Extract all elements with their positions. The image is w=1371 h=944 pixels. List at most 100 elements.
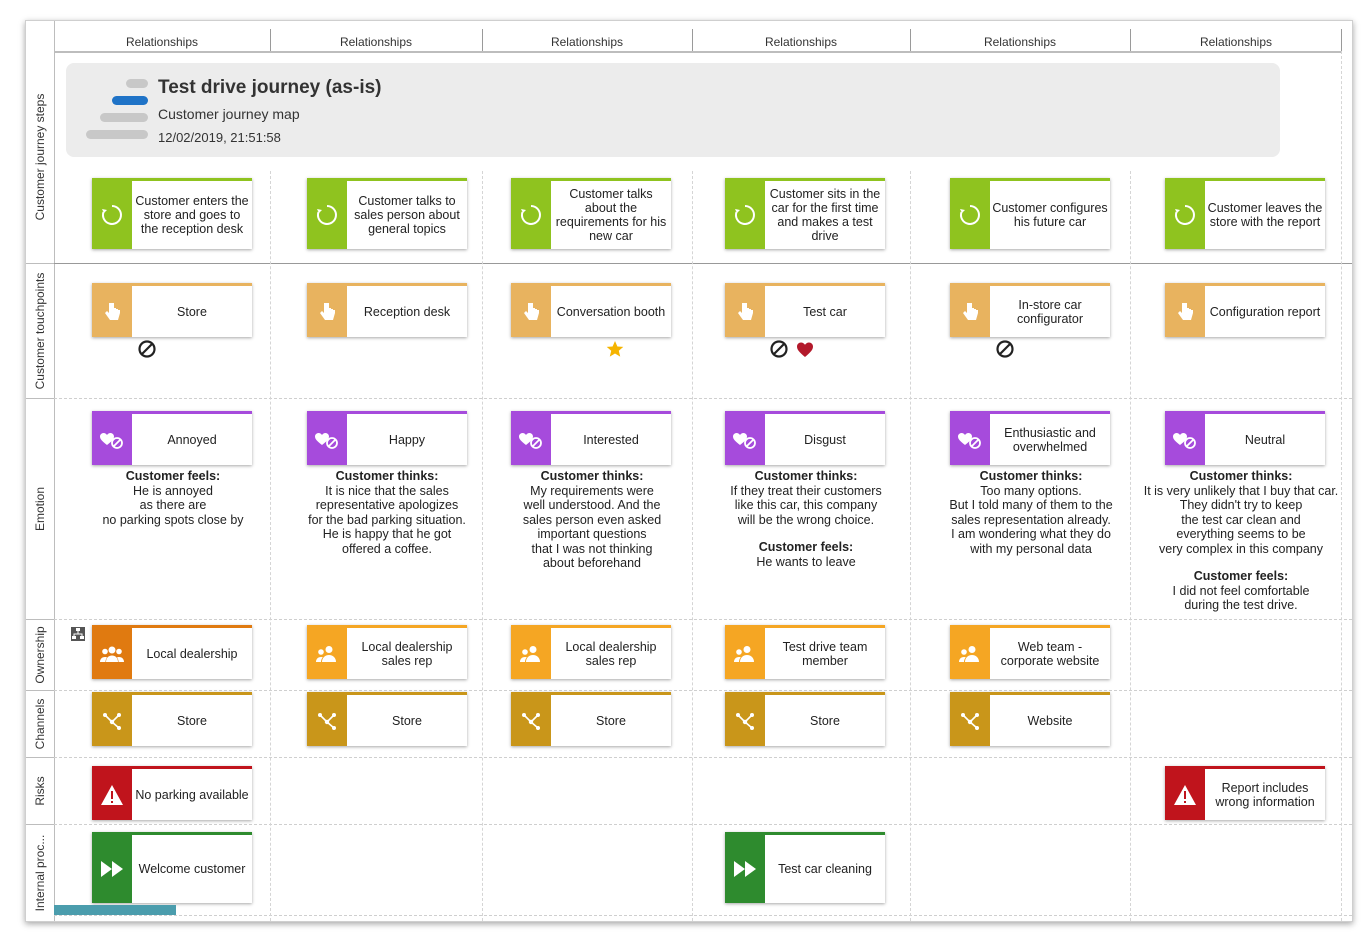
- ownership-card[interactable]: Local dealership sales rep: [307, 625, 467, 679]
- column-divider: [1341, 29, 1342, 51]
- group-icon: [92, 628, 132, 679]
- column-header-label: Relationships: [339, 35, 413, 49]
- row-label: Emotion: [26, 398, 54, 620]
- journey-step-card[interactable]: Customer leaves the store with the repor…: [1165, 178, 1325, 249]
- channel-card[interactable]: Store: [92, 692, 252, 746]
- cycle-icon: [950, 181, 990, 249]
- logo-icon: [126, 79, 148, 88]
- row-label: Ownership: [26, 619, 54, 691]
- emotion-description: Customer thinks: It is very unlikely tha…: [1143, 469, 1339, 612]
- journey-step-card[interactable]: Customer enters the store and goes to th…: [92, 178, 252, 249]
- column-header-label: Relationships: [550, 35, 624, 49]
- touchpoint-card[interactable]: Reception desk: [307, 283, 467, 337]
- emotion-heart-icon: [92, 414, 132, 465]
- ownership-card[interactable]: Web team - corporate website: [950, 625, 1110, 679]
- emotion-card[interactable]: Disgust: [725, 411, 885, 465]
- column-header-label: Relationships: [125, 35, 199, 49]
- column-header: Relationships: [270, 21, 482, 53]
- column-header-label: Relationships: [983, 35, 1057, 49]
- warning-icon: [92, 769, 132, 820]
- column-header: Relationships: [482, 21, 692, 53]
- row-divider: [54, 757, 1352, 758]
- cycle-icon: [307, 181, 347, 249]
- column-divider: [692, 29, 693, 51]
- cycle-icon: [92, 181, 132, 249]
- channel-card[interactable]: Store: [725, 692, 885, 746]
- touchpoint-card[interactable]: Configuration report: [1165, 283, 1325, 337]
- org-chart-icon[interactable]: [71, 627, 85, 641]
- column-header: Relationships: [1130, 21, 1342, 53]
- emotion-card[interactable]: Neutral: [1165, 411, 1325, 465]
- journey-step-card[interactable]: Customer configures his future car: [950, 178, 1110, 249]
- person-group-icon: [950, 628, 990, 679]
- prohibited-icon: [770, 340, 788, 358]
- row-label: Risks: [26, 757, 54, 825]
- logo-icon: [112, 96, 148, 105]
- touchpoint-card[interactable]: Test car: [725, 283, 885, 337]
- channel-card[interactable]: Website: [950, 692, 1110, 746]
- row-label: Channels: [26, 690, 54, 758]
- column-divider: [1130, 29, 1131, 51]
- column-divider: [270, 29, 271, 51]
- emotion-description: Customer thinks: It is nice that the sal…: [308, 469, 466, 556]
- emotion-heart-icon: [725, 414, 765, 465]
- emotion-card[interactable]: Enthusiastic and overwhelmed: [950, 411, 1110, 465]
- share-nodes-icon: [725, 695, 765, 746]
- risk-card[interactable]: No parking available: [92, 766, 252, 820]
- logo-icon: [100, 113, 148, 122]
- column-header-label: Relationships: [764, 35, 838, 49]
- hand-pointer-icon: [1165, 286, 1205, 337]
- column-header: Relationships: [910, 21, 1130, 53]
- ownership-card[interactable]: Test drive team member: [725, 625, 885, 679]
- touchpoint-card[interactable]: Store: [92, 283, 252, 337]
- page-date: 12/02/2019, 21:51:58: [158, 130, 281, 145]
- channel-card[interactable]: Store: [511, 692, 671, 746]
- row-label: Internal proc...: [33, 834, 47, 911]
- journey-step-card[interactable]: Customer talks about the requirements fo…: [511, 178, 671, 249]
- fast-forward-icon: [725, 835, 765, 903]
- process-card[interactable]: Test car cleaning: [725, 832, 885, 903]
- prohibited-icon: [996, 340, 1014, 358]
- row-divider: [54, 690, 1352, 691]
- warning-icon: [1165, 769, 1205, 820]
- heart-icon: [797, 342, 813, 357]
- cycle-icon: [725, 181, 765, 249]
- page-title: Test drive journey (as-is): [158, 77, 382, 98]
- ownership-card[interactable]: Local dealership sales rep: [511, 625, 671, 679]
- touchpoint-card[interactable]: In-store car configurator: [950, 283, 1110, 337]
- hand-pointer-icon: [725, 286, 765, 337]
- hand-pointer-icon: [950, 286, 990, 337]
- row-divider: [54, 398, 1352, 399]
- journey-step-card[interactable]: Customer talks to sales person about gen…: [307, 178, 467, 249]
- star-icon: [606, 341, 624, 357]
- channel-card[interactable]: Store: [307, 692, 467, 746]
- row-labels: Customer journey steps Customer touchpoi…: [26, 21, 55, 921]
- journey-map-canvas: Relationships Relationships Relationship…: [25, 20, 1353, 922]
- share-nodes-icon: [92, 695, 132, 746]
- row-divider: [54, 263, 1352, 264]
- emotion-card[interactable]: Interested: [511, 411, 671, 465]
- emotion-description: Customer feels: He is annoyed as there a…: [102, 469, 244, 527]
- ownership-card[interactable]: Local dealership: [92, 625, 252, 679]
- emotion-card[interactable]: Happy: [307, 411, 467, 465]
- row-label: Customer touchpoints: [26, 263, 54, 399]
- emotion-card[interactable]: Annoyed: [92, 411, 252, 465]
- fast-forward-icon: [92, 835, 132, 903]
- touchpoint-card[interactable]: Conversation booth: [511, 283, 671, 337]
- column-divider: [910, 29, 911, 51]
- row-divider: [54, 915, 1352, 916]
- row-label: Customer journey steps: [26, 51, 54, 264]
- emotion-description: Customer thinks: My requirements were we…: [522, 469, 662, 570]
- process-card[interactable]: Welcome customer: [92, 832, 252, 903]
- horizontal-scrollbar[interactable]: [54, 905, 176, 915]
- journey-step-card[interactable]: Customer sits in the car for the first t…: [725, 178, 885, 249]
- prohibited-icon: [138, 340, 156, 358]
- logo-icon: [86, 130, 148, 139]
- share-nodes-icon: [950, 695, 990, 746]
- journey-header-card[interactable]: Test drive journey (as-is) Customer jour…: [66, 63, 1280, 157]
- emotion-heart-icon: [1165, 414, 1205, 465]
- page-subtitle: Customer journey map: [158, 106, 300, 122]
- share-nodes-icon: [511, 695, 551, 746]
- risk-card[interactable]: Report includes wrong information: [1165, 766, 1325, 820]
- hand-pointer-icon: [511, 286, 551, 337]
